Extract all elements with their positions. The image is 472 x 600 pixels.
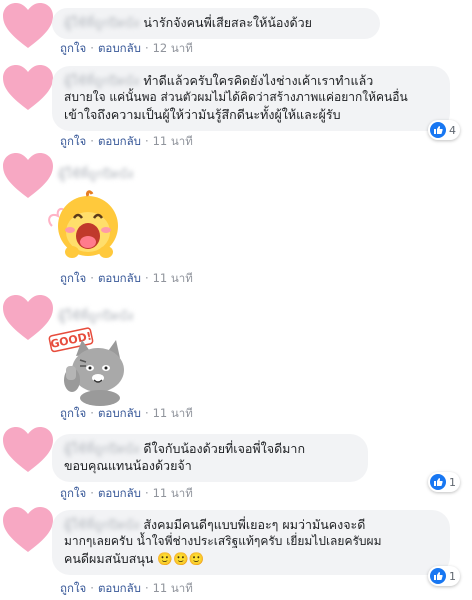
- comment-actions: ถูกใจ · ตอบกลับ · 11 นาที: [60, 486, 193, 500]
- reply-link[interactable]: ตอบกลับ: [98, 41, 141, 55]
- reaction-count: 1: [449, 475, 456, 489]
- smile-emoji-icon: 🙂🙂🙂: [157, 551, 205, 566]
- heart-avatar-icon: [2, 152, 54, 200]
- comment-time[interactable]: 11 นาที: [153, 271, 193, 285]
- comment-bubble: ผู้ใช้ที่ถูกปิดบัง ทำดีแล้วครับใครคิดยังไ…: [52, 66, 450, 131]
- reply-link[interactable]: ตอบกลับ: [98, 486, 141, 500]
- commenter-name[interactable]: ผู้ใช้ที่ถูกปิดบัง: [64, 516, 139, 533]
- reaction-count-badge[interactable]: 4: [428, 120, 460, 140]
- like-link[interactable]: ถูกใจ: [60, 41, 86, 55]
- good-cat-sticker: GOOD!: [46, 326, 132, 406]
- reply-link[interactable]: ตอบกลับ: [98, 581, 141, 595]
- like-link[interactable]: ถูกใจ: [60, 486, 86, 500]
- comment-bubble: ผู้ใช้ที่ถูกปิดบัง น่ารักจังคนพี่เสียสละใ…: [52, 8, 380, 39]
- comment-time[interactable]: 11 นาที: [153, 486, 193, 500]
- comment-text-line-2: ขอบคุณแทนน้องด้วยจ้า: [64, 458, 192, 473]
- comment-text: น่ารักจังคนพี่เสียสละให้น้องด้วย: [143, 15, 313, 30]
- comment-actions: ถูกใจ · ตอบกลับ · 12 นาที: [60, 41, 193, 55]
- commenter-name[interactable]: ผู้ใช้ที่ถูกปิดบัง: [58, 306, 133, 326]
- comment-bubble: ผู้ใช้ที่ถูกปิดบัง ดีใจกับน้องด้วยที่เจอพ…: [52, 434, 368, 482]
- reply-link[interactable]: ตอบกลับ: [98, 406, 141, 420]
- thumbs-up-icon: [430, 122, 446, 138]
- avatar[interactable]: [2, 2, 54, 50]
- like-link[interactable]: ถูกใจ: [60, 134, 86, 148]
- comment-text-line-2: มากๆเลยครับ น้ำใจพี่ช่างประเสริฐแท้ๆครับ…: [64, 534, 382, 548]
- commenter-name[interactable]: ผู้ใช้ที่ถูกปิดบัง: [64, 14, 139, 31]
- like-link[interactable]: ถูกใจ: [60, 271, 86, 285]
- comment-actions: ถูกใจ · ตอบกลับ · 11 นาที: [60, 406, 193, 420]
- avatar[interactable]: [2, 152, 54, 200]
- avatar[interactable]: [2, 426, 54, 474]
- comment-text-line-3: คนดีผมสนับสนุน: [64, 551, 154, 566]
- comment-text-line-1: ดีใจกับน้องด้วยที่เจอพี่ใจดีมาก: [143, 441, 306, 456]
- reaction-count: 1: [449, 569, 456, 583]
- like-link[interactable]: ถูกใจ: [60, 581, 86, 595]
- comment-text-line-1: ทำดีแล้วครับใครคิดยังไงช่างเค้าเราทำแล้ว: [143, 73, 374, 88]
- reaction-count-badge[interactable]: 1: [428, 566, 460, 586]
- heart-avatar-icon: [2, 64, 54, 112]
- comment-time[interactable]: 11 นาที: [153, 134, 193, 148]
- reaction-count-badge[interactable]: 1: [428, 472, 460, 492]
- laughing-chick-sticker: [48, 190, 124, 264]
- comment-text-line-2: สบายใจ แค่นั้นพอ ส่วนตัวผมไม่ได้คิดว่าสร…: [64, 90, 408, 104]
- reply-link[interactable]: ตอบกลับ: [98, 271, 141, 285]
- comment-text-line-3: เข้าใจถึงความเป็นผู้ให้ว่ามันรู้สึกดีนะท…: [64, 107, 341, 122]
- commenter-name[interactable]: ผู้ใช้ที่ถูกปิดบัง: [64, 72, 139, 89]
- reaction-count: 4: [449, 123, 456, 137]
- comment-bubble: ผู้ใช้ที่ถูกปิดบัง สังคมมีคนดีๆแบบพี่เยอะ…: [52, 510, 450, 575]
- comment-text-line-1: สังคมมีคนดีๆแบบพี่เยอะๆ ผมว่ามันคงจะดี: [143, 517, 366, 532]
- comment-actions: ถูกใจ · ตอบกลับ · 11 นาที: [60, 271, 193, 285]
- thumbs-up-icon: [430, 474, 446, 490]
- avatar[interactable]: [2, 506, 54, 554]
- heart-avatar-icon: [2, 2, 54, 50]
- comment-actions: ถูกใจ · ตอบกลับ · 11 นาที: [60, 134, 193, 148]
- comment-time[interactable]: 11 นาที: [153, 406, 193, 420]
- heart-avatar-icon: [2, 506, 54, 554]
- commenter-name[interactable]: ผู้ใช้ที่ถูกปิดบัง: [58, 164, 133, 184]
- comment-actions: ถูกใจ · ตอบกลับ · 11 นาที: [60, 581, 193, 595]
- reply-link[interactable]: ตอบกลับ: [98, 134, 141, 148]
- comment-time[interactable]: 12 นาที: [153, 41, 193, 55]
- avatar[interactable]: [2, 64, 54, 112]
- thumbs-up-icon: [430, 568, 446, 584]
- like-link[interactable]: ถูกใจ: [60, 406, 86, 420]
- comment-time[interactable]: 11 นาที: [153, 581, 193, 595]
- heart-avatar-icon: [2, 426, 54, 474]
- commenter-name[interactable]: ผู้ใช้ที่ถูกปิดบัง: [64, 440, 139, 457]
